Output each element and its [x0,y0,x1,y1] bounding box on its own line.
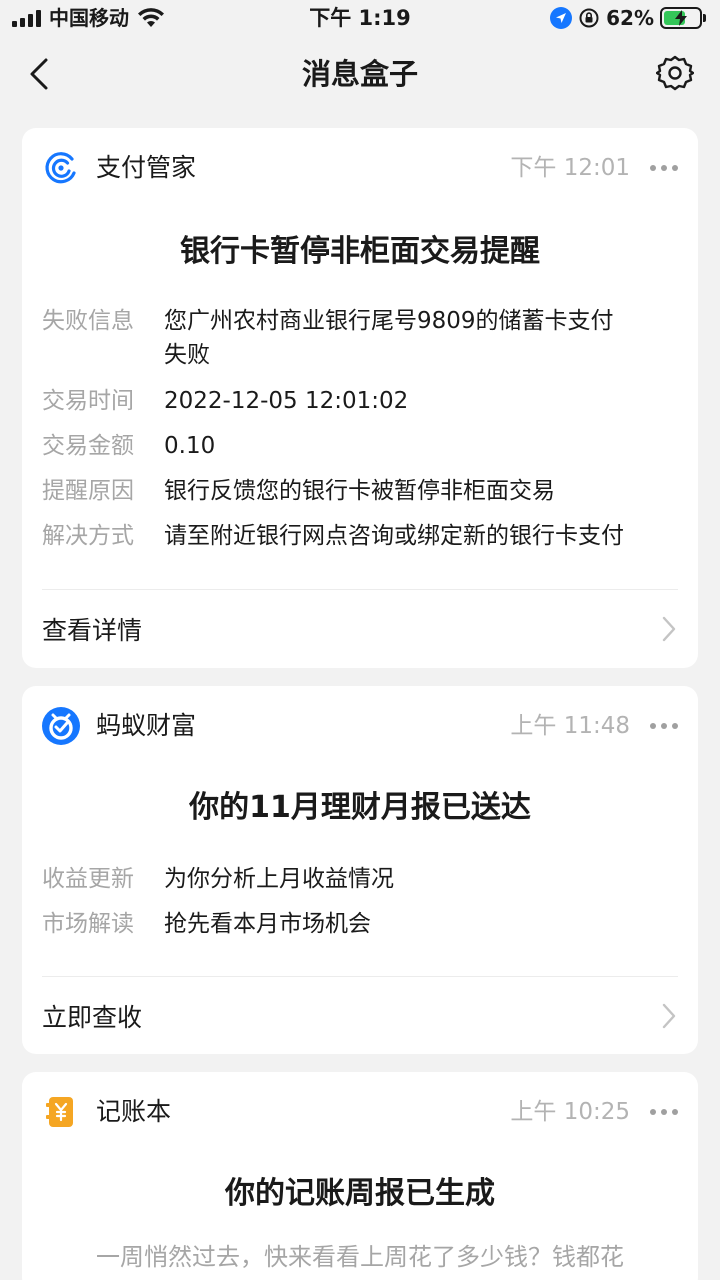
divider [42,589,678,590]
row-value: 为你分析上月收益情况 [164,866,394,892]
app-name: 蚂蚁财富 [96,711,197,740]
app-name: 记账本 [96,1097,172,1126]
ant-wealth-icon [42,707,80,745]
row-value: 抢先看本月市场机会 [164,911,371,937]
detail-row-time: 交易时间 2022-12-05 12:01:02 [42,384,678,418]
gear-icon[interactable] [656,54,694,92]
card-title: 你的11月理财月报已送达 [189,790,531,825]
row-value: 请至附近银行网点咨询或绑定新的银行卡支付 [164,523,624,549]
row-label: 提醒原因 [42,478,134,504]
row-value: 银行反馈您的银行卡被暂停非柜面交易 [164,478,555,504]
check-now-link[interactable]: 立即查收 [42,986,678,1046]
row-label: 失败信息 [42,308,134,334]
message-card-ledger[interactable]: 记账本 上午 10:25 你的记账周报已生成 一周悄然过去，快来看看上周花了多少… [22,1072,698,1280]
more-icon[interactable] [650,165,678,171]
ledger-icon [42,1093,80,1131]
row-label: 解决方式 [42,523,134,549]
detail-row-market: 市场解读 抢先看本月市场机会 [42,907,678,941]
chevron-right-icon [662,1003,676,1029]
card-title: 你的记账周报已生成 [225,1176,495,1211]
more-icon[interactable] [650,723,678,729]
row-label: 市场解读 [42,911,134,937]
row-label: 交易金额 [42,433,134,459]
link-label: 立即查收 [42,1003,143,1032]
divider [42,976,678,977]
row-label: 收益更新 [42,866,134,892]
row-label: 交易时间 [42,388,134,414]
detail-row-solution: 解决方式 请至附近银行网点咨询或绑定新的银行卡支付 [42,519,678,553]
link-label: 查看详情 [42,616,143,645]
card-header: 记账本 上午 10:25 [42,1092,678,1132]
status-right: 62% [550,6,706,30]
detail-row-amount: 交易金额 0.10 [42,429,678,463]
row-value-line: 失败 [164,342,210,368]
detail-row-earnings: 收益更新 为你分析上月收益情况 [42,862,678,896]
app-name: 支付管家 [96,153,197,182]
card-header: 蚂蚁财富 上午 11:48 [42,706,678,746]
message-time: 下午 12:01 [510,155,630,181]
detail-row-reason: 提醒原因 银行反馈您的银行卡被暂停非柜面交易 [42,474,678,508]
row-value-line: 您广州农村商业银行尾号9809的储蓄卡支付 [164,308,614,334]
row-value: 2022-12-05 12:01:02 [164,388,409,414]
card-header: 支付管家 下午 12:01 [42,148,678,188]
rotation-lock-icon [579,8,599,28]
more-icon[interactable] [650,1109,678,1115]
message-card-wealth[interactable]: 蚂蚁财富 上午 11:48 你的11月理财月报已送达 收益更新 为你分析上月收益… [22,686,698,1054]
detail-row-failure: 失败信息 您广州农村商业银行尾号9809的储蓄卡支付 失败 [42,304,678,372]
status-bar: 中国移动 下午 1:19 62% [0,0,720,36]
view-details-link[interactable]: 查看详情 [42,599,678,659]
card-title: 银行卡暂停非柜面交易提醒 [180,234,540,269]
payment-manager-icon [42,149,80,187]
message-time: 上午 10:25 [510,1099,630,1125]
card-summary: 一周悄然过去，快来看看上周花了多少钱？钱都花 [96,1243,624,1271]
row-value: 0.10 [164,433,216,459]
row-value: 您广州农村商业银行尾号9809的储蓄卡支付 失败 [164,304,678,372]
location-icon [550,7,573,29]
page-title: 消息盒子 [301,57,418,91]
chevron-right-icon [662,616,676,642]
battery-icon [660,7,706,29]
message-card-payment[interactable]: 支付管家 下午 12:01 银行卡暂停非柜面交易提醒 失败信息 您广州农村商业银… [22,128,698,668]
nav-bar: 消息盒子 [0,36,720,112]
battery-percent: 62% [606,6,654,30]
message-time: 上午 11:48 [510,713,630,739]
